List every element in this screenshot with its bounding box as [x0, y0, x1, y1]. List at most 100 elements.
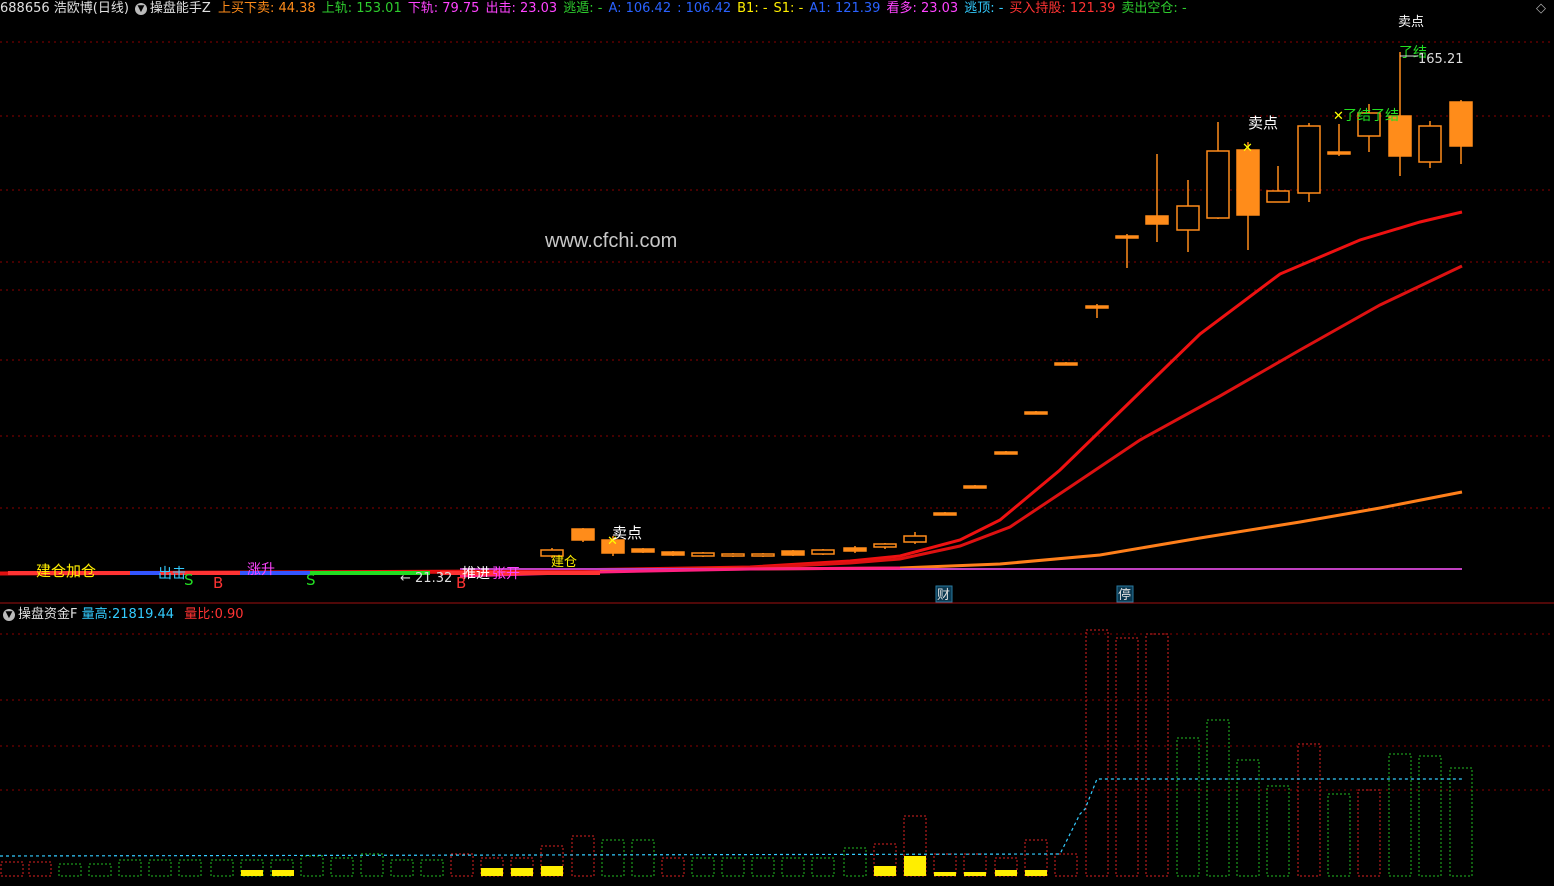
ma-fast-line: [0, 210, 1463, 575]
candle-body: [1418, 125, 1442, 163]
high-price-label: 165.21: [1418, 52, 1464, 67]
sell-point-label: 卖点: [1248, 114, 1278, 132]
volume-bar: [1145, 633, 1169, 877]
ma-slow-line: [599, 490, 1463, 572]
volume-fill: [934, 872, 956, 876]
sell-point-label: 卖点: [612, 524, 642, 542]
candle-body: [843, 547, 867, 552]
volume-fill: [511, 868, 533, 876]
volume-chart[interactable]: [0, 604, 1554, 886]
volume-bar: [420, 859, 444, 877]
volume-bar: [330, 857, 354, 877]
volume-bar: [661, 857, 685, 877]
build-position-label: 建仓加仓: [36, 562, 96, 580]
candle-body: [661, 551, 685, 556]
candle-body: [571, 528, 595, 541]
candle-body: [1297, 125, 1321, 194]
candle-body: [751, 553, 775, 557]
candle-body: [811, 549, 835, 555]
candle-body: [873, 543, 897, 548]
candle-body: [963, 485, 987, 489]
volume-bar: [1115, 637, 1139, 877]
volume-bar: [118, 859, 142, 877]
s-signal-label: S: [184, 571, 194, 589]
volume-bar: [631, 839, 655, 877]
volume-bar: [1297, 743, 1321, 877]
volume-fill: [541, 866, 563, 876]
chart-window[interactable]: 688656 浩欧博(日线) ▼ 操盘能手Z 上买下卖: 44.38 上轨: 153.…: [0, 0, 1554, 886]
build-label: 建仓: [551, 555, 577, 570]
volume-bar: [811, 857, 835, 877]
volume-fill: [904, 856, 926, 876]
candle-body: [1327, 151, 1351, 155]
volume-bar: [1236, 759, 1260, 877]
volume-fill: [964, 872, 986, 876]
volume-bar: [1206, 719, 1230, 877]
price-chart[interactable]: ✕✕✕卖点卖点卖点了结了结了结建仓加仓 出击 涨升 推进 张开建仓S SB B财 停165.2…: [0, 0, 1554, 604]
volume-bar: [1388, 753, 1412, 877]
sell-x-icon: ✕: [1242, 141, 1253, 156]
volume-fill: [874, 866, 896, 876]
volume-bar: [360, 853, 384, 877]
volume-bar: [721, 857, 745, 877]
b-signal-label: B: [213, 574, 223, 592]
candle-body: [933, 512, 957, 516]
volume-fill: [1025, 870, 1047, 876]
sell-point-label: 卖点: [1398, 15, 1424, 30]
volume-bar: [58, 863, 82, 877]
candle-body: [1206, 150, 1230, 219]
event-label: 财: [937, 588, 950, 603]
volume-bar: [571, 835, 595, 877]
volume-bar: [28, 861, 52, 877]
volume-bar: [751, 857, 775, 877]
volume-bar: [1327, 793, 1351, 877]
rise-label: 涨升: [247, 562, 275, 578]
volume-bar: [390, 859, 414, 877]
candle-body: [1449, 101, 1473, 147]
candle-body: [631, 548, 655, 553]
candle-body: [691, 552, 715, 557]
candle-body: [781, 550, 805, 556]
volume-bar: [781, 857, 805, 877]
close-position-label: 了结了结: [1343, 108, 1399, 124]
volume-avg-line: [0, 778, 1462, 857]
open-label: 张开: [492, 566, 520, 582]
candle-body: [1054, 362, 1078, 366]
volume-bar: [1085, 629, 1109, 877]
volume-bar: [450, 853, 474, 877]
volume-bar: [1357, 789, 1381, 877]
volume-bar: [148, 859, 172, 877]
s-signal-label: S: [306, 571, 316, 589]
volume-bar: [210, 859, 234, 877]
attack-label: 出击: [158, 566, 186, 582]
candle-body: [1266, 190, 1290, 203]
candle-body: [1236, 149, 1260, 216]
volume-bar: [88, 863, 112, 877]
volume-bar: [601, 839, 625, 877]
event-label: 停: [1118, 587, 1131, 603]
volume-bar: [1266, 785, 1290, 877]
volume-bar: [300, 855, 324, 877]
volume-bar: [1449, 767, 1473, 877]
volume-fill: [241, 870, 263, 876]
volume-bar: [0, 861, 24, 877]
volume-fill: [481, 868, 503, 876]
candle-body: [1145, 215, 1169, 225]
candle-body: [903, 535, 927, 543]
b-signal-label: B: [456, 574, 466, 592]
volume-bar: [1418, 755, 1442, 877]
candle-body: [721, 553, 745, 557]
volume-bar: [1176, 737, 1200, 877]
volume-fill: [272, 870, 294, 876]
volume-fill: [995, 870, 1017, 876]
candle-body: [1115, 235, 1139, 239]
volume-bar: [691, 857, 715, 877]
candle-body: [1024, 411, 1048, 415]
volume-bar: [1054, 853, 1078, 877]
candle-body: [994, 451, 1018, 455]
low-price-label: ← 21.32: [400, 571, 452, 586]
volume-bar: [843, 847, 867, 877]
candle-body: [1176, 205, 1200, 231]
volume-bar: [178, 859, 202, 877]
candle-body: [1085, 305, 1109, 309]
